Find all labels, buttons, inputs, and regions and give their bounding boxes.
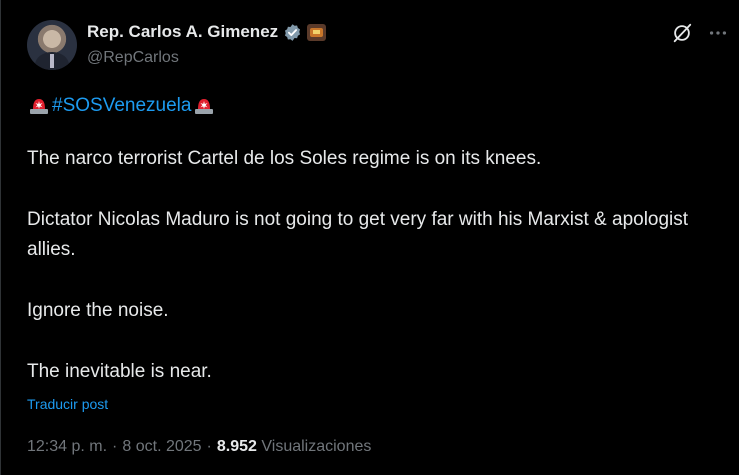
views-label[interactable]: Visualizaciones	[261, 438, 371, 455]
post-paragraph: The inevitable is near.	[27, 361, 212, 382]
author-handle[interactable]: @RepCarlos	[87, 49, 179, 67]
author-name[interactable]: Rep. Carlos A. Gimenez	[87, 22, 278, 42]
post-paragraph: The narco terrorist Cartel de los Soles …	[27, 148, 542, 169]
avatar[interactable]	[27, 20, 77, 70]
more-icon[interactable]	[707, 22, 729, 44]
post-paragraph: Ignore the noise.	[27, 300, 169, 321]
post-paragraph: Dictator Nicolas Maduro is not going to …	[27, 209, 689, 260]
post-meta: 12:34 p. m. · 8 oct. 2025 · 8.952 Visualizac…	[27, 438, 371, 456]
post-time[interactable]: 12:34 p. m.	[27, 438, 107, 455]
views-count[interactable]: 8.952	[217, 438, 257, 455]
top-actions	[671, 22, 729, 44]
avatar-tie	[50, 54, 54, 68]
affiliate-badge-icon[interactable]	[307, 23, 327, 41]
police-siren-icon	[192, 95, 216, 117]
meta-separator: ·	[112, 438, 118, 455]
post-card: Rep. Carlos A. Gimenez @RepCarlos #SOSVe…	[0, 0, 739, 475]
verified-badge-icon[interactable]	[283, 23, 302, 42]
translate-post-link[interactable]: Traducir post	[27, 396, 108, 412]
police-siren-icon	[27, 95, 51, 117]
grok-icon[interactable]	[671, 22, 693, 44]
hashtag-line: #SOSVenezuela	[27, 94, 717, 118]
author-row: Rep. Carlos A. Gimenez	[87, 22, 327, 42]
post-body: #SOSVenezuela The narco terrorist Cartel…	[27, 94, 717, 387]
hashtag-link[interactable]: #SOSVenezuela	[52, 91, 191, 121]
post-date[interactable]: 8 oct. 2025	[122, 438, 201, 455]
meta-separator: ·	[206, 438, 212, 455]
